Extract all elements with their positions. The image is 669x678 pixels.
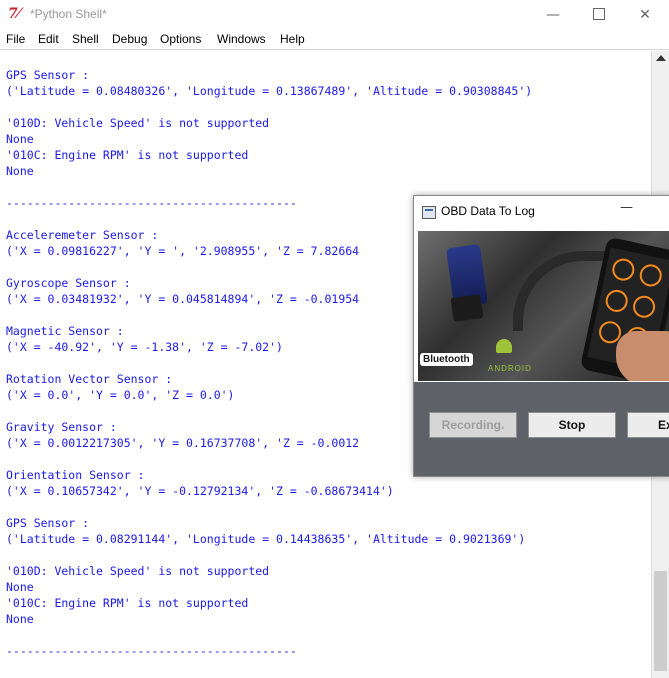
- gauge-icon: [603, 287, 630, 314]
- menu-edit[interactable]: Edit: [38, 32, 59, 46]
- menu-options[interactable]: Options: [160, 32, 201, 46]
- shell-line: ('X = 0.0012217305', 'Y = 0.16737708', '…: [6, 436, 360, 450]
- menu-file[interactable]: File: [6, 32, 25, 46]
- close-button[interactable]: ✕: [622, 2, 668, 28]
- recording-button[interactable]: Recording.: [429, 412, 517, 438]
- shell-line: ('X = 0.0', 'Y = 0.0', 'Z = 0.0'): [6, 388, 235, 402]
- maximize-icon: [593, 8, 605, 20]
- python-idle-icon: 7⁄: [8, 6, 21, 22]
- shell-separator: ----------------------------------------…: [6, 644, 297, 658]
- shell-separator: ----------------------------------------…: [6, 196, 297, 210]
- menu-windows[interactable]: Windows: [217, 32, 266, 46]
- scroll-up-icon[interactable]: [656, 55, 666, 61]
- gauge-icon: [610, 256, 637, 283]
- shell-line: '010C: Engine RPM' is not supported: [6, 596, 249, 610]
- window-icon: [422, 206, 436, 219]
- shell-line: GPS Sensor :: [6, 516, 90, 530]
- obd-dialog-title: OBD Data To Log: [441, 204, 535, 218]
- bluetooth-logo: Bluetooth: [420, 353, 473, 366]
- menu-bar: File Edit Shell Debug Options Windows He…: [0, 30, 669, 50]
- shell-line: None: [6, 164, 34, 178]
- shell-line: ('X = -40.92', 'Y = -1.38', 'Z = -7.02'): [6, 340, 283, 354]
- minimize-button[interactable]: —: [530, 2, 576, 28]
- shell-line: None: [6, 612, 34, 626]
- shell-line: Acceleremeter Sensor :: [6, 228, 159, 242]
- scrollbar-thumb[interactable]: [654, 571, 667, 671]
- shell-line: GPS Sensor :: [6, 68, 90, 82]
- shell-line: Rotation Vector Sensor :: [6, 372, 173, 386]
- menu-divider: [0, 49, 669, 50]
- shell-line: Gyroscope Sensor :: [6, 276, 131, 290]
- gauge-icon: [631, 293, 658, 320]
- title-bar: 7⁄ *Python Shell* — ✕: [0, 0, 669, 30]
- shell-line: Magnetic Sensor :: [6, 324, 124, 338]
- shell-line: '010D: Vehicle Speed' is not supported: [6, 564, 270, 578]
- window-title: *Python Shell*: [30, 7, 107, 21]
- shell-line: '010D: Vehicle Speed' is not supported: [6, 116, 270, 130]
- stop-button[interactable]: Stop: [528, 412, 616, 438]
- shell-line: ('X = 0.10657342', 'Y = -0.12792134', 'Z…: [6, 484, 394, 498]
- obd-control-panel: Recording. Stop Ex: [414, 382, 669, 476]
- obd-connector-icon: [450, 294, 484, 322]
- gauge-icon: [637, 262, 664, 289]
- obd-banner-image: Bluetooth ANDROID: [418, 231, 669, 381]
- shell-line: Gravity Sensor :: [6, 420, 117, 434]
- menu-shell[interactable]: Shell: [72, 32, 99, 46]
- shell-line: ('X = 0.09816227', 'Y = ', '2.908955', '…: [6, 244, 360, 258]
- shell-line: ('Latitude = 0.08291144', 'Longitude = 0…: [6, 532, 526, 546]
- shell-line: ('Latitude = 0.08480326', 'Longitude = 0…: [6, 84, 533, 98]
- android-icon: [496, 339, 512, 353]
- hand-icon: [616, 331, 669, 381]
- obd-dialog: OBD Data To Log — Bluetooth ANDROID Reco…: [413, 195, 669, 477]
- obd-minimize-button[interactable]: —: [620, 200, 633, 215]
- shell-line: Orientation Sensor :: [6, 468, 145, 482]
- menu-debug[interactable]: Debug: [112, 32, 147, 46]
- shell-line: None: [6, 580, 34, 594]
- exit-button[interactable]: Ex: [627, 412, 669, 438]
- menu-help[interactable]: Help: [280, 32, 305, 46]
- obd-title-bar: OBD Data To Log —: [414, 196, 669, 228]
- maximize-button[interactable]: [576, 2, 622, 28]
- android-logo-text: ANDROID: [488, 364, 532, 373]
- shell-line: None: [6, 132, 34, 146]
- shell-line: '010C: Engine RPM' is not supported: [6, 148, 249, 162]
- shell-line: ('X = 0.03481932', 'Y = 0.045814894', 'Z…: [6, 292, 360, 306]
